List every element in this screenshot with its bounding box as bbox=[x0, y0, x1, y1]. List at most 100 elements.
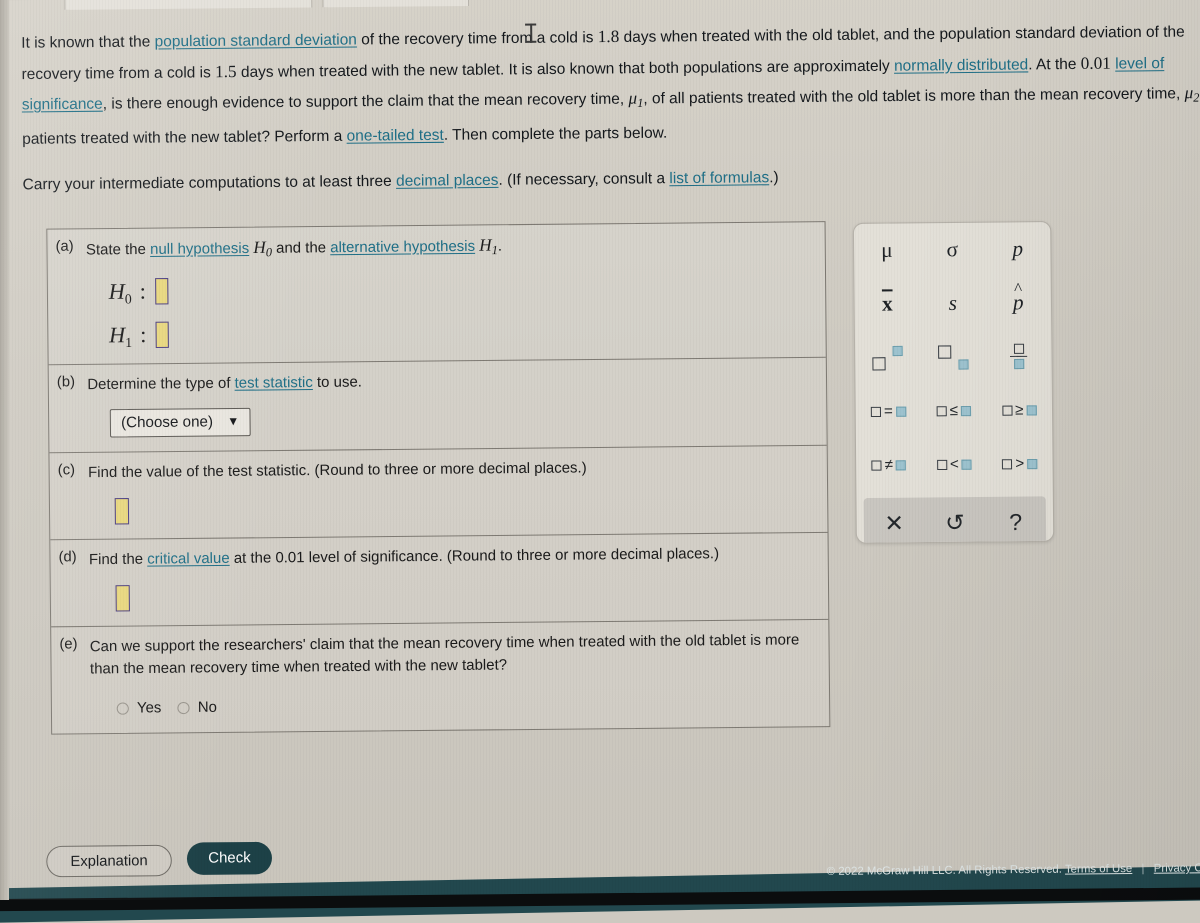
clear-icon[interactable]: ✕ bbox=[864, 509, 925, 537]
palette-row-2: x s ^ p bbox=[854, 276, 1051, 332]
equals-template-icon: = bbox=[870, 402, 907, 421]
radio-no-label: No bbox=[197, 699, 218, 716]
palette-row-5: ≠ < > bbox=[856, 437, 1053, 493]
copyright-text: © 2022 McGraw Hill LLC. All Rights Reser… bbox=[826, 863, 1063, 878]
part-e-label: (e) bbox=[59, 636, 78, 653]
palette-sigma-button[interactable]: σ bbox=[919, 237, 985, 263]
h1-symbol: H bbox=[108, 322, 126, 348]
part-b-text-before: Determine the type of bbox=[87, 375, 235, 394]
part-d-text-before: Find the bbox=[88, 551, 148, 569]
part-e: (e) Can we support the researchers' claim… bbox=[51, 620, 829, 734]
browser-tab-2[interactable]: ··· bbox=[322, 0, 470, 8]
h0-colon: : bbox=[139, 278, 147, 305]
link-critical-value[interactable]: critical value bbox=[147, 551, 230, 568]
equals-glyph: = bbox=[883, 402, 893, 420]
link-test-statistic[interactable]: test statistic bbox=[235, 375, 313, 392]
terms-of-use-link[interactable]: Terms of Use bbox=[1065, 863, 1132, 876]
palette-row-4: = ≤ ≥ bbox=[855, 383, 1052, 439]
palette-xbar-button[interactable]: x bbox=[855, 291, 921, 317]
undo-icon[interactable]: ↺ bbox=[924, 509, 985, 537]
h0-answer-input[interactable] bbox=[154, 278, 169, 305]
alpha-value: 0.01 bbox=[1080, 52, 1111, 73]
palette-xbar-glyph: x bbox=[881, 291, 893, 316]
palette-greater-than-button[interactable]: > bbox=[987, 455, 1053, 473]
palette-p-button[interactable]: p bbox=[985, 236, 1051, 262]
test-statistic-answer-input[interactable] bbox=[114, 497, 130, 525]
radio-yes[interactable] bbox=[116, 702, 129, 715]
palette-s-glyph: s bbox=[948, 290, 958, 316]
palette-phat-button[interactable]: ^ p bbox=[985, 279, 1051, 315]
radio-yes-label: Yes bbox=[136, 700, 162, 717]
not-equal-glyph: ≠ bbox=[884, 456, 894, 474]
question-card: (a) State the null hypothesis H0 and the … bbox=[46, 221, 831, 735]
part-a-text-before: State the bbox=[85, 241, 151, 259]
part-d: (d) Find the critical value at the 0.01 l… bbox=[50, 532, 829, 628]
sigma-old-value: 1.8 bbox=[597, 26, 620, 47]
palette-row-3 bbox=[855, 329, 1052, 385]
problem-statement: It is known that the population standard… bbox=[21, 16, 1200, 217]
palette-mu-button[interactable]: μ bbox=[854, 237, 920, 263]
palette-action-row: ✕ ↺ ? bbox=[863, 496, 1047, 544]
part-a-text: State the null hypothesis H0 and the alt… bbox=[86, 231, 807, 265]
greater-than-glyph: > bbox=[1015, 455, 1025, 473]
part-d-label: (d) bbox=[58, 549, 77, 566]
palette-greater-equal-button[interactable]: ≥ bbox=[986, 401, 1052, 419]
greater-than-template-icon: > bbox=[1002, 455, 1038, 473]
chevron-down-icon: ▼ bbox=[227, 414, 240, 429]
part-e-radio-group: Yes No bbox=[116, 694, 815, 717]
palette-less-equal-button[interactable]: ≤ bbox=[921, 402, 987, 420]
h1-colon: : bbox=[140, 321, 147, 348]
link-null-hypothesis[interactable]: null hypothesis bbox=[150, 241, 249, 258]
problem-paragraph-2: Carry your intermediate computations to … bbox=[22, 169, 779, 194]
browser-page: ··· It is known that the population stan… bbox=[0, 0, 1200, 923]
palette-fraction-button[interactable] bbox=[986, 343, 1052, 370]
link-normally-distributed[interactable]: normally distributed bbox=[894, 56, 1028, 74]
greater-equal-template-icon: ≥ bbox=[1001, 401, 1037, 419]
link-alternative-hypothesis[interactable]: alternative hypothesis bbox=[330, 239, 475, 257]
fraction-template-icon bbox=[1010, 343, 1028, 370]
less-than-glyph: < bbox=[949, 455, 959, 473]
test-statistic-dropdown[interactable]: (Choose one) ▼ bbox=[109, 407, 251, 438]
privacy-center-link[interactable]: Privacy Center bbox=[1154, 862, 1200, 875]
palette-superscript-button[interactable] bbox=[855, 345, 921, 370]
part-a: (a) State the null hypothesis H0 and the … bbox=[47, 222, 826, 366]
palette-equals-button[interactable]: = bbox=[856, 402, 922, 420]
part-c-label: (c) bbox=[57, 462, 76, 479]
tab-overflow-icon[interactable]: ··· bbox=[442, 0, 456, 1]
critical-value-answer-input[interactable] bbox=[115, 585, 130, 612]
less-equal-glyph: ≤ bbox=[949, 402, 959, 420]
part-b-label: (b) bbox=[56, 374, 76, 391]
help-icon[interactable]: ? bbox=[985, 508, 1046, 536]
greater-equal-glyph: ≥ bbox=[1015, 401, 1024, 419]
palette-less-than-button[interactable]: < bbox=[922, 455, 988, 473]
browser-tab-1[interactable] bbox=[64, 0, 313, 10]
link-decimal-places[interactable]: decimal places bbox=[396, 172, 499, 190]
part-c: (c) Find the value of the test statistic.… bbox=[49, 445, 828, 541]
mu2-symbol: μ2 bbox=[1184, 83, 1200, 105]
palette-subscript-button[interactable] bbox=[920, 344, 986, 370]
palette-row-1: μ σ p bbox=[854, 222, 1051, 278]
not-equal-template-icon: ≠ bbox=[871, 456, 907, 474]
part-c-answer-wrap bbox=[114, 491, 814, 525]
link-one-tailed-test[interactable]: one-tailed test bbox=[346, 127, 443, 145]
palette-not-equal-button[interactable]: ≠ bbox=[856, 456, 922, 474]
less-than-template-icon: < bbox=[936, 455, 973, 474]
radio-no[interactable] bbox=[177, 701, 190, 715]
part-b-text: Determine the type of test statistic to … bbox=[87, 367, 808, 396]
h0-symbol: H bbox=[108, 278, 125, 305]
explanation-button[interactable]: Explanation bbox=[46, 844, 172, 878]
h0-row: H0: bbox=[109, 272, 812, 308]
footer-separator: | bbox=[1141, 862, 1145, 875]
h0-inline-symbol: H0 bbox=[253, 237, 273, 260]
palette-p-glyph: p bbox=[1012, 236, 1024, 261]
part-a-text-after: . bbox=[497, 238, 503, 255]
link-list-of-formulas[interactable]: list of formulas bbox=[669, 169, 769, 187]
palette-s-button[interactable]: s bbox=[920, 290, 986, 316]
check-button[interactable]: Check bbox=[186, 841, 273, 875]
h1-answer-input[interactable] bbox=[155, 321, 169, 349]
dropdown-value: (Choose one) bbox=[120, 413, 214, 432]
h1-row: H1: bbox=[109, 316, 812, 352]
h1-inline-symbol: H1 bbox=[479, 235, 498, 258]
hat-icon: ^ bbox=[1013, 278, 1023, 299]
link-population-standard-deviation[interactable]: population standard deviation bbox=[155, 31, 357, 50]
